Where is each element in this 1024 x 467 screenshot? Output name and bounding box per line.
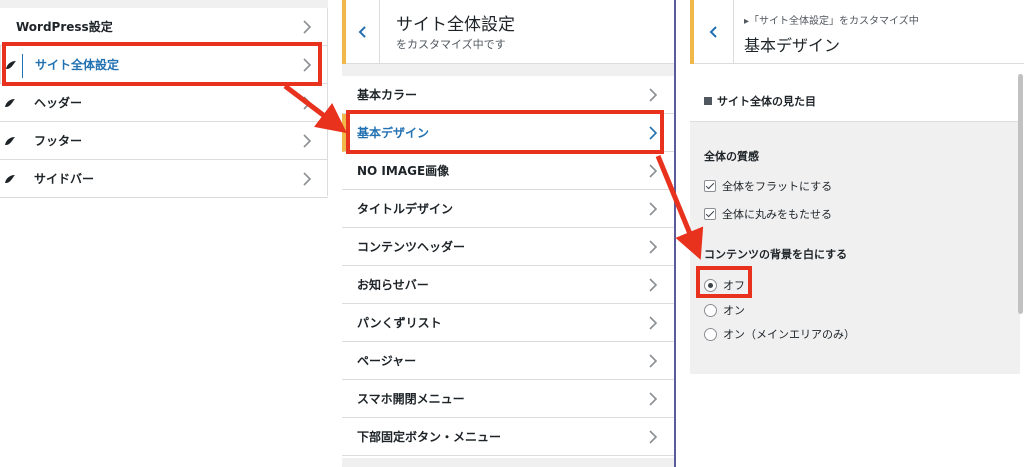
chevron-right-icon bbox=[303, 172, 312, 186]
panel-header: サイト全体設定 をカスタマイズ中です bbox=[342, 0, 674, 64]
chevron-right-icon bbox=[649, 240, 658, 254]
checkbox-label: 全体をフラットにする bbox=[722, 180, 833, 193]
chevron-right-icon bbox=[649, 88, 658, 102]
chevron-right-icon bbox=[649, 278, 658, 292]
swell-logo-icon bbox=[5, 99, 15, 107]
back-button[interactable] bbox=[342, 0, 380, 64]
highlight-box-site-settings bbox=[2, 42, 322, 86]
swell-logo-icon bbox=[5, 137, 15, 145]
chevron-right-icon bbox=[649, 392, 658, 406]
section-mobile-menu[interactable]: スマホ開閉メニュー bbox=[342, 380, 674, 418]
customizer-root-panel: WordPress設定 サイト全体設定 ヘッダー フッター サイドバー bbox=[0, 0, 328, 198]
panel-subtitle: をカスタマイズ中です bbox=[396, 38, 506, 51]
section-no-image[interactable]: NO IMAGE画像 bbox=[342, 152, 674, 190]
section-heading: サイト全体の見た目 bbox=[690, 78, 1020, 122]
chevron-left-icon bbox=[358, 26, 366, 38]
section-heading-text: サイト全体の見た目 bbox=[717, 95, 816, 108]
section-label: サイドバー bbox=[34, 172, 95, 186]
section-label: パンくずリスト bbox=[357, 316, 442, 330]
radio-label: オン bbox=[723, 304, 745, 317]
section-label: WordPress設定 bbox=[16, 20, 113, 34]
section-label: お知らせバー bbox=[357, 278, 429, 292]
breadcrumb: ▸「サイト全体設定」をカスタマイズ中 bbox=[744, 16, 919, 27]
basic-design-panel: ▸「サイト全体設定」をカスタマイズ中 基本デザイン サイト全体の見た目 全体の質… bbox=[690, 0, 1024, 467]
radio-on[interactable]: オン bbox=[704, 302, 745, 318]
scrollbar-thumb[interactable] bbox=[1018, 74, 1023, 314]
chevron-right-icon bbox=[649, 354, 658, 368]
back-button[interactable] bbox=[690, 0, 734, 64]
section-label: ページャー bbox=[357, 354, 417, 368]
square-bullet-icon bbox=[704, 97, 712, 105]
radio-on-main-only[interactable]: オン（メインエリアのみ） bbox=[704, 326, 855, 342]
group-title-texture: 全体の質感 bbox=[704, 150, 759, 163]
highlight-box-radio-off bbox=[696, 266, 752, 298]
chevron-right-icon bbox=[649, 202, 658, 216]
panel-top-strip bbox=[0, 0, 328, 8]
checkbox-flat[interactable]: 全体をフラットにする bbox=[704, 178, 832, 194]
checkbox-label: 全体に丸みをもたせる bbox=[722, 208, 832, 221]
highlight-box-basic-design bbox=[346, 110, 664, 154]
chevron-right-icon bbox=[303, 134, 312, 148]
section-label: コンテンツヘッダー bbox=[357, 240, 466, 254]
section-pager[interactable]: ページャー bbox=[342, 342, 674, 380]
chevron-left-icon bbox=[709, 26, 717, 38]
chevron-right-icon bbox=[303, 20, 312, 34]
chevron-right-icon bbox=[649, 316, 658, 330]
panel-title: 基本デザイン bbox=[744, 36, 841, 55]
section-notice-bar[interactable]: お知らせバー bbox=[342, 266, 674, 304]
panel-header: ▸「サイト全体設定」をカスタマイズ中 基本デザイン bbox=[690, 0, 1024, 64]
checkbox-checked-icon[interactable] bbox=[704, 180, 716, 192]
chevron-right-icon bbox=[649, 430, 658, 444]
section-label: フッター bbox=[34, 134, 83, 148]
radio-label: オン（メインエリアのみ） bbox=[723, 328, 855, 341]
chevron-right-icon bbox=[303, 96, 312, 110]
chevron-right-icon bbox=[649, 164, 658, 178]
settings-body: サイト全体の見た目 全体の質感 全体をフラットにする 全体に丸みをもたせる コン… bbox=[690, 78, 1020, 374]
section-label: NO IMAGE画像 bbox=[357, 164, 450, 178]
section-label: 下部固定ボタン・メニュー bbox=[357, 430, 502, 444]
section-sidebar[interactable]: サイドバー bbox=[0, 160, 328, 198]
site-settings-panel: サイト全体設定 をカスタマイズ中です 基本カラー 基本デザイン NO IMAGE… bbox=[342, 0, 676, 467]
section-label: ヘッダー bbox=[34, 96, 83, 110]
section-fixed-bottom-menu[interactable]: 下部固定ボタン・メニュー bbox=[342, 418, 674, 456]
panel-title: サイト全体設定 bbox=[396, 15, 515, 35]
section-title-design[interactable]: タイトルデザイン bbox=[342, 190, 674, 228]
section-label: タイトルデザイン bbox=[357, 202, 454, 216]
section-footer[interactable]: フッター bbox=[0, 122, 328, 160]
section-label: 基本カラー bbox=[357, 88, 418, 102]
group-title-content-bg: コンテンツの背景を白にする bbox=[704, 248, 848, 261]
section-basic-color[interactable]: 基本カラー bbox=[342, 76, 674, 114]
section-header[interactable]: ヘッダー bbox=[0, 84, 328, 122]
checkbox-rounded[interactable]: 全体に丸みをもたせる bbox=[704, 206, 832, 222]
checkbox-checked-icon[interactable] bbox=[704, 208, 716, 220]
radio-unselected-icon[interactable] bbox=[704, 303, 717, 317]
section-label: スマホ開閉メニュー bbox=[357, 392, 465, 406]
section-content-header[interactable]: コンテンツヘッダー bbox=[342, 228, 674, 266]
swell-logo-icon bbox=[5, 175, 15, 183]
radio-unselected-icon[interactable] bbox=[704, 327, 717, 341]
section-wordpress-settings[interactable]: WordPress設定 bbox=[0, 8, 328, 46]
section-breadcrumb[interactable]: パンくずリスト bbox=[342, 304, 674, 342]
